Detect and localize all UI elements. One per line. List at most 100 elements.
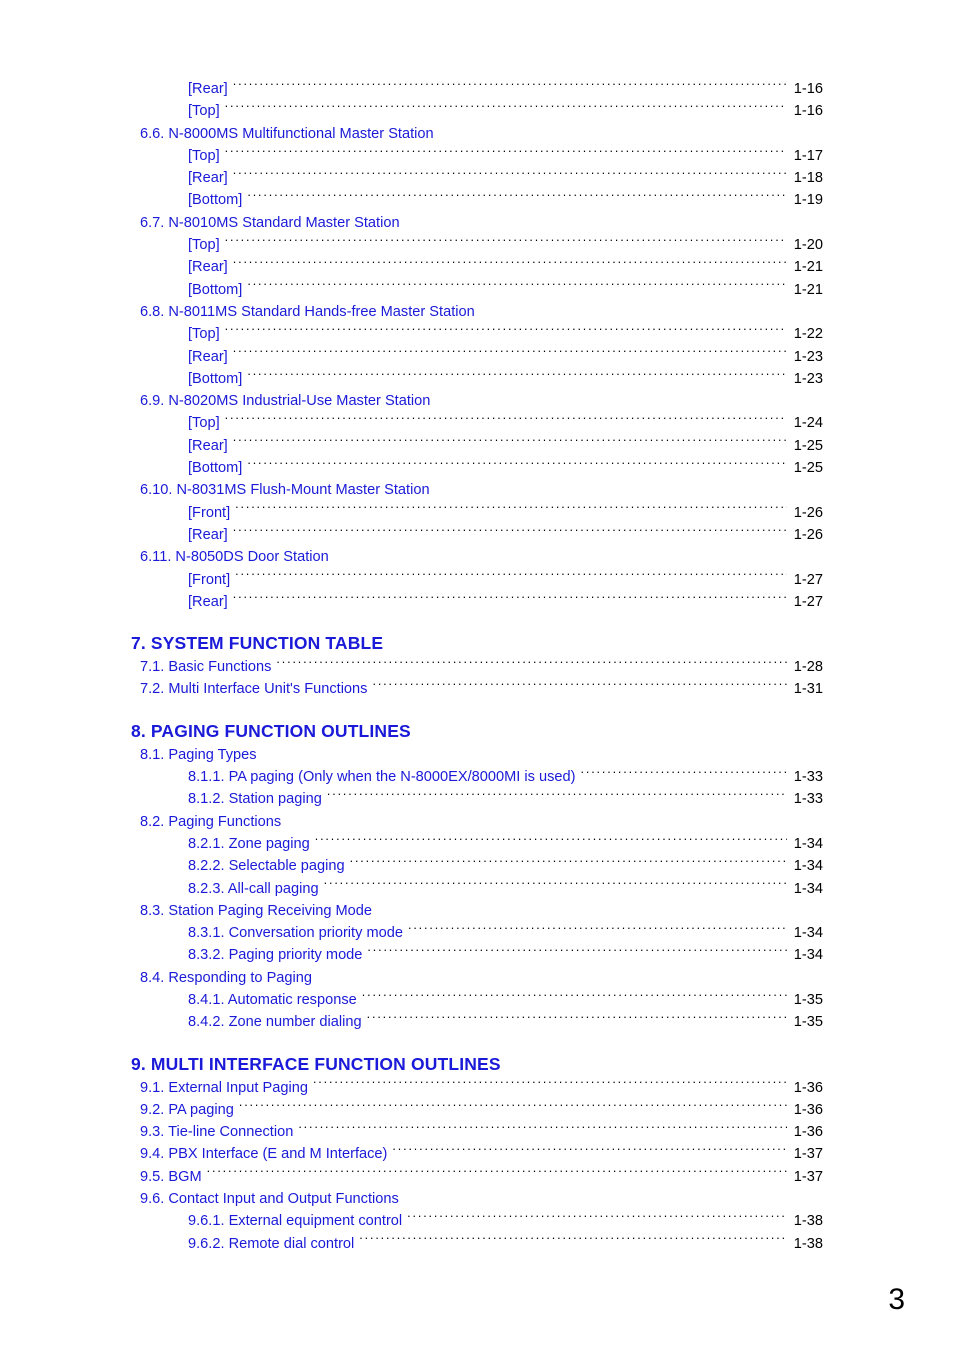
toc-subsection-entry[interactable]: [Top] 1-22 (131, 323, 823, 345)
toc-subsection-entry[interactable]: [Rear] 1-23 (131, 346, 823, 368)
toc-subsection-entry[interactable]: 9.6.2. Remote dial control 1-38 (131, 1233, 823, 1255)
toc-subsection-entry[interactable]: [Top] 1-24 (131, 412, 823, 434)
toc-section-entry[interactable]: 7.2. Multi Interface Unit's Functions 1-3… (131, 678, 823, 700)
toc-subsection-entry[interactable]: [Top] 1-20 (131, 234, 823, 256)
toc-entry-page-number: 1-34 (793, 947, 823, 964)
toc-section-entry[interactable]: 9.2. PA paging 1-36 (131, 1099, 823, 1121)
dot-leader (233, 524, 787, 539)
toc-section-entry[interactable]: 6.9. N-8020MS Industrial-Use Master Stat… (131, 390, 823, 412)
toc-subsection-entry[interactable]: [Front] 1-26 (131, 502, 823, 524)
dot-leader (247, 368, 787, 383)
toc-entry-label: 8.1. Paging Types (140, 746, 257, 763)
toc-entry-label: 6.11. N-8050DS Door Station (140, 549, 329, 566)
dot-leader (367, 945, 787, 960)
toc-entry-label: [Rear] (188, 593, 228, 610)
toc-subsection-entry[interactable]: 8.2.2. Selectable paging 1-34 (131, 855, 823, 877)
toc-entry-label: 7.2. Multi Interface Unit's Functions (140, 681, 368, 698)
toc-section-entry[interactable]: 7.1. Basic Functions 1-28 (131, 656, 823, 678)
toc-subsection-entry[interactable]: 8.2.1. Zone paging 1-34 (131, 833, 823, 855)
toc-entry-page-number: 1-24 (793, 415, 823, 432)
toc-entry-label: 8. PAGING FUNCTION OUTLINES (131, 720, 411, 741)
toc-entry-label: 8.4.2. Zone number dialing (188, 1014, 362, 1031)
toc-subsection-entry[interactable]: 8.3.2. Paging priority mode 1-34 (131, 944, 823, 966)
dot-leader (225, 145, 787, 160)
toc-section-entry[interactable]: 9.4. PBX Interface (E and M Interface) 1-… (131, 1143, 823, 1165)
toc-entry-label: [Rear] (188, 81, 228, 97)
toc-major-heading[interactable]: 9. MULTI INTERFACE FUNCTION OUTLINES (131, 1051, 823, 1077)
toc-entry-label: 8.1.2. Station paging (188, 791, 322, 808)
toc-subsection-entry[interactable]: 8.2.3. All-call paging 1-34 (131, 878, 823, 900)
toc-entry-page-number: 1-16 (793, 103, 823, 120)
toc-subsection-entry[interactable]: 8.4.2. Zone number dialing 1-35 (131, 1011, 823, 1033)
toc-entry-page-number: 1-27 (793, 593, 823, 610)
toc-major-heading[interactable]: 7. SYSTEM FUNCTION TABLE (131, 630, 823, 656)
toc-section-entry[interactable]: 8.4. Responding to Paging (131, 967, 823, 989)
toc-subsection-entry[interactable]: [Front] 1-27 (131, 569, 823, 591)
toc-entry-page-number: 1-28 (793, 659, 823, 676)
toc-entry-label: 6.9. N-8020MS Industrial-Use Master Stat… (140, 393, 431, 410)
dot-leader (233, 168, 787, 183)
toc-subsection-entry[interactable]: 8.4.1. Automatic response 1-35 (131, 989, 823, 1011)
toc-subsection-entry[interactable]: [Rear] 1-16 (131, 78, 823, 100)
toc-subsection-entry[interactable]: [Bottom] 1-25 (131, 457, 823, 479)
dot-leader (372, 679, 787, 694)
toc-entry-page-number: 1-25 (793, 437, 823, 454)
toc-subsection-entry[interactable]: [Rear] 1-25 (131, 435, 823, 457)
toc-section-entry[interactable]: 6.8. N-8011MS Standard Hands-free Master… (131, 301, 823, 323)
toc-entry-label: [Bottom] (188, 192, 243, 209)
toc-section-entry[interactable]: 9.1. External Input Paging 1-36 (131, 1077, 823, 1099)
toc-section-entry[interactable]: 9.5. BGM 1-37 (131, 1166, 823, 1188)
toc-entry-label: 9. MULTI INTERFACE FUNCTION OUTLINES (131, 1053, 501, 1074)
toc-entry-label: 7.1. Basic Functions (140, 659, 272, 676)
toc-major-heading[interactable]: 8. PAGING FUNCTION OUTLINES (131, 718, 823, 744)
toc-section-entry[interactable]: 8.3. Station Paging Receiving Mode (131, 900, 823, 922)
dot-leader (298, 1122, 787, 1137)
dot-leader (233, 346, 787, 361)
toc-entry-label: [Rear] (188, 526, 228, 543)
dot-leader (247, 190, 787, 205)
toc-entry-label: 8.4.1. Automatic response (188, 991, 357, 1008)
dot-leader (225, 324, 787, 339)
toc-entry-list: [Rear] 1-16 [Top] 1-16 6.6. N-8000MS Multifu… (131, 78, 823, 1255)
toc-section-entry[interactable]: 8.2. Paging Functions (131, 811, 823, 833)
toc-section-entry[interactable]: 6.7. N-8010MS Standard Master Station (131, 212, 823, 234)
toc-subsection-entry[interactable]: 8.1.2. Station paging 1-33 (131, 788, 823, 810)
toc-entry-label: [Top] (188, 237, 220, 254)
toc-subsection-entry[interactable]: [Bottom] 1-19 (131, 189, 823, 211)
toc-entry-label: 6.8. N-8011MS Standard Hands-free Master… (140, 303, 475, 320)
dot-leader (207, 1166, 787, 1181)
dot-leader (350, 856, 787, 871)
toc-section-entry[interactable]: 6.6. N-8000MS Multifunctional Master Sta… (131, 123, 823, 145)
toc-entry-label: 8.3.1. Conversation priority mode (188, 925, 403, 942)
toc-section-entry[interactable]: 6.11. N-8050DS Door Station (131, 546, 823, 568)
toc-section-entry[interactable]: 9.6. Contact Input and Output Functions (131, 1188, 823, 1210)
toc-section-entry[interactable]: 8.1. Paging Types (131, 744, 823, 766)
toc-entry-label: [Bottom] (188, 281, 243, 298)
toc-entry-page-number: 1-21 (793, 259, 823, 276)
toc-entry-page-number: 1-37 (793, 1146, 823, 1163)
toc-entry-label: 9.1. External Input Paging (140, 1079, 308, 1096)
toc-entry-page-number: 1-38 (793, 1235, 823, 1252)
toc-entry-label: 6.10. N-8031MS Flush-Mount Master Statio… (140, 482, 430, 499)
toc-entry-page-number: 1-26 (793, 504, 823, 521)
toc-subsection-entry[interactable]: [Top] 1-16 (131, 100, 823, 122)
toc-entry-label: [Rear] (188, 348, 228, 365)
toc-subsection-entry[interactable]: [Bottom] 1-21 (131, 279, 823, 301)
toc-section-entry[interactable]: 6.10. N-8031MS Flush-Mount Master Statio… (131, 479, 823, 501)
toc-entry-label: 9.2. PA paging (140, 1101, 234, 1118)
toc-subsection-entry[interactable]: [Top] 1-17 (131, 145, 823, 167)
dot-leader (233, 591, 787, 606)
toc-subsection-entry[interactable]: [Rear] 1-26 (131, 524, 823, 546)
toc-subsection-entry[interactable]: [Rear] 1-21 (131, 256, 823, 278)
toc-entry-label: [Bottom] (188, 460, 243, 477)
toc-subsection-entry[interactable]: 8.3.1. Conversation priority mode 1-34 (131, 922, 823, 944)
toc-section-entry[interactable]: 9.3. Tie-line Connection 1-36 (131, 1121, 823, 1143)
toc-subsection-entry[interactable]: 9.6.1. External equipment control 1-38 (131, 1210, 823, 1232)
toc-entry-label: 9.6.2. Remote dial control (188, 1235, 355, 1252)
toc-subsection-entry[interactable]: 8.1.1. PA paging (Only when the N-8000EX… (131, 766, 823, 788)
toc-subsection-entry[interactable]: [Rear] 1-18 (131, 167, 823, 189)
toc-entry-label: [Top] (188, 326, 220, 343)
dot-leader (233, 78, 787, 93)
toc-subsection-entry[interactable]: [Rear] 1-27 (131, 591, 823, 613)
toc-subsection-entry[interactable]: [Bottom] 1-23 (131, 368, 823, 390)
